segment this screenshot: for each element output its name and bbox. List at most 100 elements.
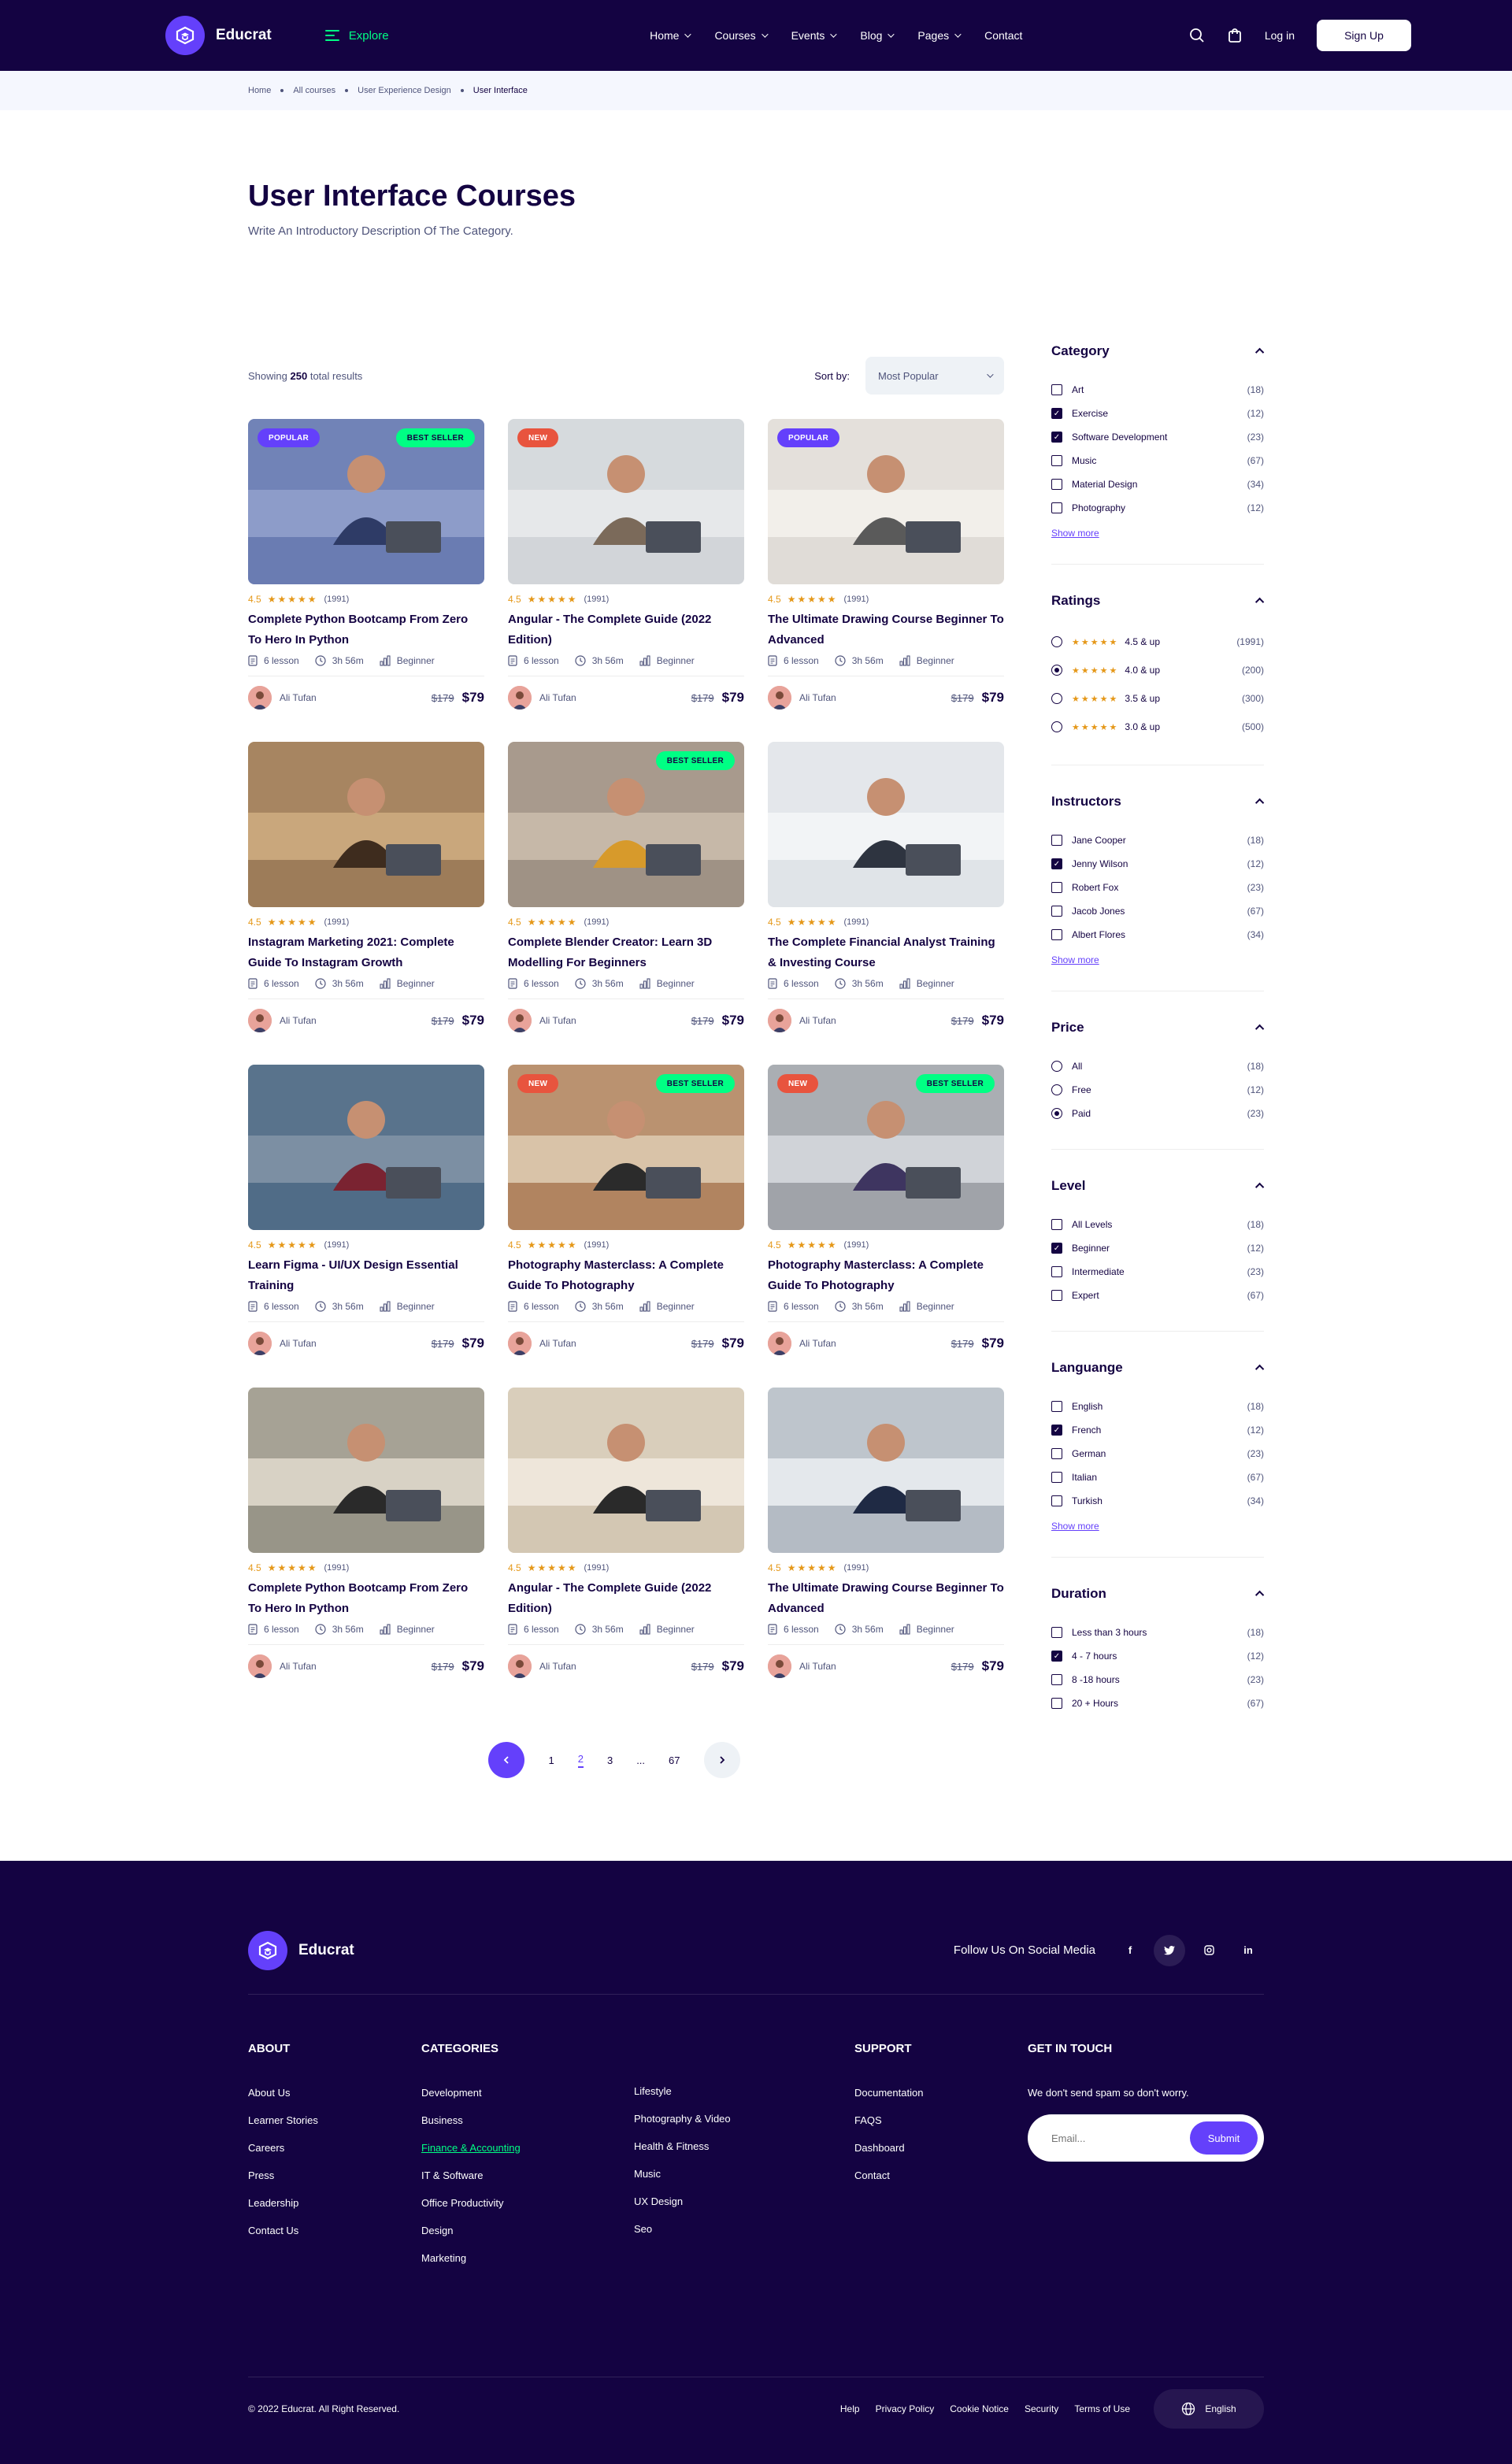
filter-option[interactable]: All Levels (18) <box>1051 1213 1264 1236</box>
filter-header-instructors[interactable]: Instructors <box>1051 789 1265 814</box>
prev-page-button[interactable] <box>488 1742 525 1778</box>
newsletter-submit-button[interactable]: Submit <box>1190 2121 1258 2155</box>
checkbox[interactable] <box>1051 882 1062 893</box>
footer-link[interactable]: UX Design <box>634 2195 854 2223</box>
course-card[interactable]: 4.5 ★★★★★ (1991) Complete Python Bootcam… <box>248 1388 484 1687</box>
checkbox[interactable]: ✓ <box>1051 1651 1062 1662</box>
instagram-icon[interactable] <box>1193 1935 1225 1966</box>
author-name[interactable]: Ali Tufan <box>539 692 576 703</box>
checkbox[interactable] <box>1051 1472 1062 1483</box>
course-thumbnail[interactable] <box>768 742 1004 907</box>
checkbox[interactable] <box>1051 835 1062 846</box>
filter-option[interactable]: Free (12) <box>1051 1078 1264 1102</box>
page-1[interactable]: 1 <box>548 1754 554 1766</box>
course-title[interactable]: Learn Figma - UI/UX Design Essential Tra… <box>248 1255 484 1296</box>
footer-link[interactable]: Lifestyle <box>634 2085 854 2113</box>
course-thumbnail[interactable]: POPULAR <box>768 419 1004 584</box>
radio-button[interactable] <box>1051 1108 1062 1119</box>
radio-button[interactable] <box>1051 1084 1062 1095</box>
radio-button[interactable] <box>1051 636 1062 647</box>
footer-logo[interactable]: Educrat <box>248 1930 354 1970</box>
filter-option[interactable]: ✓ 4 - 7 hours (12) <box>1051 1644 1264 1668</box>
sort-select[interactable]: Most Popular <box>865 357 1004 395</box>
search-icon[interactable] <box>1189 28 1205 43</box>
footer-link[interactable]: Office Productivity <box>421 2197 634 2225</box>
course-card[interactable]: BEST SELLER 4.5 ★★★★★ (1991) Complete Bl… <box>508 742 744 1041</box>
footer-terms-link[interactable]: Terms of Use <box>1074 2403 1130 2414</box>
filter-option[interactable]: ✓ French (12) <box>1051 1418 1264 1442</box>
filter-header-category[interactable]: Category <box>1051 339 1265 364</box>
filter-option[interactable]: German (23) <box>1051 1442 1264 1465</box>
page-3[interactable]: 3 <box>607 1754 613 1766</box>
login-link[interactable]: Log in <box>1265 29 1295 42</box>
course-title[interactable]: Complete Python Bootcamp From Zero To He… <box>248 1578 484 1619</box>
show-more-link[interactable]: Show more <box>1051 528 1099 539</box>
filter-option[interactable]: Expert (67) <box>1051 1284 1264 1307</box>
newsletter-email-input[interactable] <box>1051 2132 1190 2144</box>
checkbox[interactable] <box>1051 929 1062 940</box>
checkbox[interactable]: ✓ <box>1051 1243 1062 1254</box>
course-card[interactable]: POPULAR 4.5 ★★★★★ (1991) The Ultimate Dr… <box>768 419 1004 718</box>
show-more-link[interactable]: Show more <box>1051 954 1099 965</box>
filter-option[interactable]: Music (67) <box>1051 449 1264 472</box>
footer-link[interactable]: Contact Us <box>248 2225 421 2252</box>
filter-option[interactable]: English (18) <box>1051 1395 1264 1418</box>
checkbox[interactable] <box>1051 906 1062 917</box>
author-name[interactable]: Ali Tufan <box>799 1661 836 1672</box>
checkbox[interactable] <box>1051 479 1062 490</box>
filter-header-duration[interactable]: Duration <box>1051 1581 1265 1606</box>
course-thumbnail[interactable] <box>508 1388 744 1553</box>
next-page-button[interactable] <box>703 1742 740 1778</box>
filter-option[interactable]: Art (18) <box>1051 378 1264 402</box>
author-name[interactable]: Ali Tufan <box>539 1015 576 1026</box>
footer-link[interactable]: About Us <box>248 2087 421 2114</box>
filter-option[interactable]: Italian (67) <box>1051 1465 1264 1489</box>
course-thumbnail[interactable]: BEST SELLER <box>508 742 744 907</box>
linkedin-icon[interactable]: in <box>1232 1935 1264 1966</box>
course-thumbnail[interactable] <box>248 742 484 907</box>
nav-events[interactable]: Events <box>791 29 838 42</box>
footer-link[interactable]: FAQS <box>854 2114 1028 2142</box>
author-name[interactable]: Ali Tufan <box>539 1661 576 1672</box>
filter-option[interactable]: 20 + Hours (67) <box>1051 1691 1264 1715</box>
course-title[interactable]: Complete Blender Creator: Learn 3D Model… <box>508 932 744 973</box>
course-card[interactable]: 4.5 ★★★★★ (1991) The Ultimate Drawing Co… <box>768 1388 1004 1687</box>
filter-header-language[interactable]: Languange <box>1051 1355 1265 1380</box>
author-name[interactable]: Ali Tufan <box>280 1661 317 1672</box>
checkbox[interactable]: ✓ <box>1051 408 1062 419</box>
checkbox[interactable] <box>1051 1495 1062 1506</box>
course-card[interactable]: 4.5 ★★★★★ (1991) Learn Figma - UI/UX Des… <box>248 1065 484 1364</box>
checkbox[interactable] <box>1051 455 1062 466</box>
filter-option[interactable]: Turkish (34) <box>1051 1489 1264 1513</box>
course-card[interactable]: 4.5 ★★★★★ (1991) Instagram Marketing 202… <box>248 742 484 1041</box>
footer-link[interactable]: Marketing <box>421 2252 634 2280</box>
footer-link[interactable]: Photography & Video <box>634 2113 854 2140</box>
checkbox[interactable] <box>1051 1698 1062 1709</box>
explore-button[interactable]: Explore <box>324 29 389 43</box>
show-more-link[interactable]: Show more <box>1051 1521 1099 1532</box>
author-name[interactable]: Ali Tufan <box>799 1015 836 1026</box>
facebook-icon[interactable]: f <box>1114 1935 1146 1966</box>
page-2[interactable]: 2 <box>577 1753 584 1768</box>
filter-header-ratings[interactable]: Ratings <box>1051 588 1265 613</box>
radio-button[interactable] <box>1051 1061 1062 1072</box>
author-name[interactable]: Ali Tufan <box>280 1338 317 1349</box>
course-title[interactable]: Photography Masterclass: A Complete Guid… <box>768 1255 1004 1296</box>
footer-link[interactable]: Careers <box>248 2142 421 2169</box>
filter-option[interactable]: Intermediate (23) <box>1051 1260 1264 1284</box>
filter-option[interactable]: Less than 3 hours (18) <box>1051 1621 1264 1644</box>
radio-button[interactable] <box>1051 693 1062 704</box>
filter-option[interactable]: Material Design (34) <box>1051 472 1264 496</box>
footer-link[interactable]: Design <box>421 2225 634 2252</box>
checkbox[interactable] <box>1051 384 1062 395</box>
footer-link[interactable]: Business <box>421 2114 634 2142</box>
course-title[interactable]: Angular - The Complete Guide (2022 Editi… <box>508 610 744 650</box>
course-title[interactable]: The Complete Financial Analyst Training … <box>768 932 1004 973</box>
filter-option[interactable]: ★★★★★ 3.0 & up (500) <box>1051 713 1264 741</box>
footer-link[interactable]: Documentation <box>854 2087 1028 2114</box>
course-card[interactable]: POPULAR BEST SELLER 4.5 ★★★★★ (1991) Com… <box>248 419 484 718</box>
logo[interactable]: Educrat <box>165 16 272 55</box>
course-thumbnail[interactable] <box>248 1388 484 1553</box>
author-name[interactable]: Ali Tufan <box>280 1015 317 1026</box>
course-card[interactable]: 4.5 ★★★★★ (1991) Angular - The Complete … <box>508 1388 744 1687</box>
